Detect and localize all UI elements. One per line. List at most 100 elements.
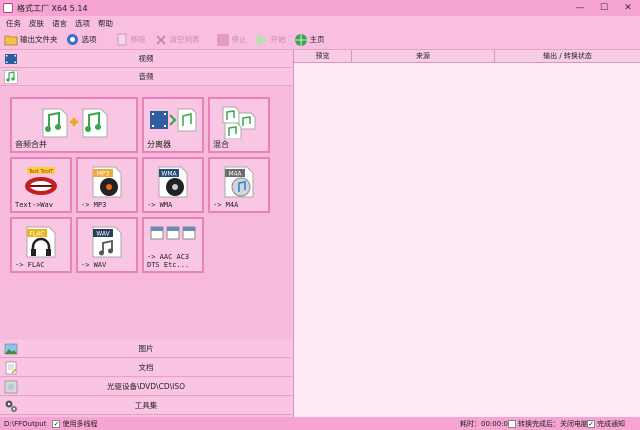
home-globe-icon xyxy=(294,33,308,47)
category-document-label: 文档 xyxy=(138,363,154,372)
category-document[interactable]: 文档 xyxy=(0,359,292,377)
tile-audio-merge-label: 音频合并 xyxy=(15,140,47,149)
clear-list-button[interactable]: 清空列表 xyxy=(154,33,200,47)
stop-label: 停止 xyxy=(231,35,247,44)
tile-to-flac-label: -> FLAC xyxy=(15,261,45,269)
output-folder-button[interactable]: 输出文件夹 xyxy=(4,33,58,47)
stop-icon xyxy=(216,33,230,47)
tile-audio-merge[interactable]: 音频合并 xyxy=(10,97,138,153)
category-video-label: 视频 xyxy=(138,54,154,63)
category-toolbox-label: 工具集 xyxy=(134,401,158,410)
close-button[interactable]: ✕ xyxy=(616,0,640,16)
category-audio-label: 音频 xyxy=(138,72,154,81)
category-pane: 视频 音频 音频合并 分离器 混合 Text ToolT Text->Wav M… xyxy=(0,50,292,417)
multi-format-icon xyxy=(150,226,196,240)
toolbar: 输出文件夹 选项 移除 清空列表 停止 开始 主页 xyxy=(0,30,640,50)
tile-text-to-wav[interactable]: Text ToolT Text->Wav xyxy=(10,157,72,213)
tile-mix[interactable]: 混合 xyxy=(208,97,270,153)
output-folder-label: 输出文件夹 xyxy=(20,35,58,44)
home-label: 主页 xyxy=(309,35,325,44)
splitter-icon xyxy=(150,108,197,132)
menu-task[interactable]: 任务 xyxy=(6,18,21,29)
tile-to-flac[interactable]: FLAC -> FLAC xyxy=(10,217,72,273)
tile-to-wma[interactable]: WMA -> WMA xyxy=(142,157,204,213)
category-picture-label: 图片 xyxy=(138,344,154,353)
audio-tools-panel: 音频合并 分离器 混合 Text ToolT Text->Wav MP3 -> … xyxy=(0,87,292,339)
wav-file-icon: WAV xyxy=(92,226,122,258)
task-list[interactable]: 预览 来源 输出 / 转换状态 xyxy=(293,50,640,417)
category-optical-label: 光驱设备\DVD\CD\ISO xyxy=(106,382,186,391)
menu-skin[interactable]: 皮肤 xyxy=(29,18,44,29)
options-label: 选项 xyxy=(81,35,97,44)
menu-help[interactable]: 帮助 xyxy=(98,18,113,29)
tile-to-mp3[interactable]: MP3 -> MP3 xyxy=(76,157,138,213)
column-source[interactable]: 来源 xyxy=(352,50,495,63)
m4a-file-icon: M4A xyxy=(224,166,254,198)
tile-to-aac-ac3-dts[interactable]: -> AAC AC3 DTS Etc... xyxy=(142,217,204,273)
audio-merge-icon xyxy=(42,108,108,138)
music-note-icon xyxy=(4,70,18,84)
menu-language[interactable]: 语言 xyxy=(52,18,67,29)
multithread-checkbox[interactable]: ✓ xyxy=(52,419,61,428)
tile-to-aac-label: -> AAC AC3 DTS Etc... xyxy=(147,253,190,269)
after-convert-label: 转换完成后：关闭电脑 xyxy=(518,419,588,428)
title-bar: 格式工厂 X64 5.14 — ☐ ✕ xyxy=(0,0,640,16)
mix-notes-icon xyxy=(222,106,256,139)
options-button[interactable]: 选项 xyxy=(66,33,97,47)
folder-icon xyxy=(4,33,18,47)
column-output-status[interactable]: 输出 / 转换状态 xyxy=(495,50,640,63)
menu-bar: 任务 皮肤 语言 选项 帮助 xyxy=(0,16,640,30)
column-preview[interactable]: 预览 xyxy=(294,50,352,63)
document-icon xyxy=(4,361,18,375)
notify-checkbox[interactable]: ✓ xyxy=(587,419,595,428)
svg-text:Text ToolT: Text ToolT xyxy=(28,169,54,175)
toolbox-gear-icon xyxy=(4,399,18,413)
tile-splitter-label: 分离器 xyxy=(147,140,171,149)
start-button[interactable]: 开始 xyxy=(255,33,286,47)
window-controls: — ☐ ✕ xyxy=(568,0,640,16)
minimize-button[interactable]: — xyxy=(568,0,592,16)
category-audio[interactable]: 音频 xyxy=(0,68,292,86)
svg-text:M4A: M4A xyxy=(228,171,242,178)
disc-drive-icon xyxy=(4,380,18,394)
menu-options[interactable]: 选项 xyxy=(75,18,90,29)
clear-list-label: 清空列表 xyxy=(169,35,200,44)
flac-headphones-icon: FLAC xyxy=(26,226,56,258)
tile-to-wma-label: -> WMA xyxy=(147,201,173,209)
tile-text-to-wav-label: Text->Wav xyxy=(15,201,53,209)
talking-mouth-icon: Text ToolT xyxy=(25,167,57,195)
picture-icon xyxy=(4,342,18,356)
tile-to-wav[interactable]: WAV -> WAV xyxy=(76,217,138,273)
elapsed-time: 耗时：00:00:00 xyxy=(460,419,513,428)
tile-splitter[interactable]: 分离器 xyxy=(142,97,204,153)
after-convert-checkbox[interactable] xyxy=(508,419,516,428)
start-label: 开始 xyxy=(270,35,286,44)
home-button[interactable]: 主页 xyxy=(294,33,325,47)
svg-text:MP3: MP3 xyxy=(97,171,110,178)
category-picture[interactable]: 图片 xyxy=(0,340,292,358)
svg-text:WAV: WAV xyxy=(96,231,110,238)
svg-text:FLAC: FLAC xyxy=(29,231,44,238)
clear-x-icon xyxy=(154,33,168,47)
remove-button[interactable]: 移除 xyxy=(115,33,146,47)
tile-to-mp3-label: -> MP3 xyxy=(81,201,107,209)
category-video[interactable]: 视频 xyxy=(0,50,292,68)
maximize-button[interactable]: ☐ xyxy=(592,0,616,16)
tile-mix-label: 混合 xyxy=(213,140,229,149)
mp3-file-icon: MP3 xyxy=(92,166,122,198)
remove-icon xyxy=(115,33,129,47)
stop-button[interactable]: 停止 xyxy=(216,33,247,47)
tile-to-wav-label: -> WAV xyxy=(81,261,107,269)
output-path[interactable]: D:\FFOutput xyxy=(4,420,46,428)
svg-text:WMA: WMA xyxy=(161,171,177,178)
remove-label: 移除 xyxy=(130,35,146,44)
category-optical-drive[interactable]: 光驱设备\DVD\CD\ISO xyxy=(0,378,292,396)
multithread-label: 使用多线程 xyxy=(62,419,98,428)
tile-to-m4a[interactable]: M4A -> M4A xyxy=(208,157,270,213)
status-bar: D:\FFOutput ✓ 使用多线程 耗时：00:00:00 转换完成后：关闭… xyxy=(0,417,640,430)
tile-to-m4a-label: -> M4A xyxy=(213,201,239,209)
notify-label: 完成通知 xyxy=(597,419,625,428)
category-toolbox[interactable]: 工具集 xyxy=(0,397,292,415)
window-title: 格式工厂 X64 5.14 xyxy=(17,3,88,13)
app-logo-icon xyxy=(3,3,13,13)
